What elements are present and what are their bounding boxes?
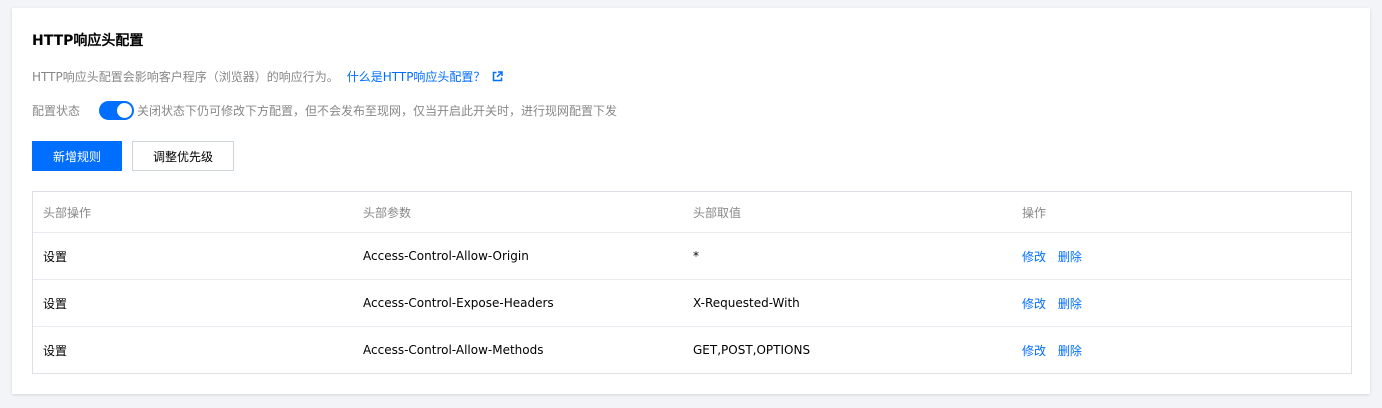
- delete-link[interactable]: 删除: [1058, 250, 1082, 264]
- cell-value: X-Requested-With: [693, 296, 800, 310]
- cell-actions: 修改 删除: [1022, 342, 1351, 359]
- table-row: 设置 Access-Control-Allow-Methods GET,POST…: [33, 326, 1351, 373]
- config-status-row: 配置状态 关闭状态下仍可修改下方配置，但不会发布至现网，仅当开启此开关时，进行现…: [32, 101, 617, 120]
- edit-link[interactable]: 修改: [1022, 344, 1046, 358]
- external-link-icon[interactable]: [492, 71, 504, 82]
- table-row: 设置 Access-Control-Allow-Origin * 修改 删除: [33, 232, 1351, 279]
- cell-param: Access-Control-Expose-Headers: [363, 296, 554, 310]
- cell-actions: 修改 删除: [1022, 295, 1351, 312]
- cell-param: Access-Control-Allow-Origin: [363, 249, 529, 263]
- page-title: HTTP响应头配置: [32, 33, 144, 49]
- toggle-knob: [117, 103, 133, 118]
- table-header-row: 头部操作 头部参数 头部取值 操作: [33, 192, 1351, 232]
- edit-link[interactable]: 修改: [1022, 297, 1046, 311]
- help-link[interactable]: 什么是HTTP响应头配置？: [347, 68, 486, 85]
- column-header-value: 头部取值: [693, 205, 742, 220]
- column-header-actions: 操作: [1022, 205, 1047, 220]
- cell-actions: 修改 删除: [1022, 248, 1351, 265]
- cell-value: GET,POST,OPTIONS: [693, 343, 811, 357]
- header-rules-table: 头部操作 头部参数 头部取值 操作 设置 Access-Control-Allo…: [32, 191, 1352, 374]
- cell-param: Access-Control-Allow-Methods: [363, 343, 544, 357]
- http-header-config-panel: HTTP响应头配置 HTTP响应头配置会影响客户程序（浏览器）的响应行为。 什么…: [12, 8, 1370, 394]
- config-status-hint: 关闭状态下仍可修改下方配置，但不会发布至现网，仅当开启此开关时，进行现网配置下发: [137, 104, 618, 118]
- edit-link[interactable]: 修改: [1022, 250, 1046, 264]
- adjust-priority-button[interactable]: 调整优先级: [132, 141, 234, 171]
- cell-operation: 设置: [43, 249, 68, 264]
- add-rule-button[interactable]: 新增规则: [32, 141, 122, 171]
- column-header-operation: 头部操作: [43, 205, 92, 220]
- delete-link[interactable]: 删除: [1058, 297, 1082, 311]
- table-row: 设置 Access-Control-Expose-Headers X-Reque…: [33, 279, 1351, 326]
- config-status-toggle[interactable]: [99, 101, 135, 120]
- cell-value: *: [693, 249, 699, 263]
- description-row: HTTP响应头配置会影响客户程序（浏览器）的响应行为。 什么是HTTP响应头配置…: [32, 68, 504, 85]
- description-text: HTTP响应头配置会影响客户程序（浏览器）的响应行为。: [32, 70, 339, 84]
- delete-link[interactable]: 删除: [1058, 344, 1082, 358]
- config-status-label: 配置状态: [32, 104, 81, 118]
- cell-operation: 设置: [43, 343, 68, 358]
- column-header-param: 头部参数: [363, 205, 412, 220]
- cell-operation: 设置: [43, 296, 68, 311]
